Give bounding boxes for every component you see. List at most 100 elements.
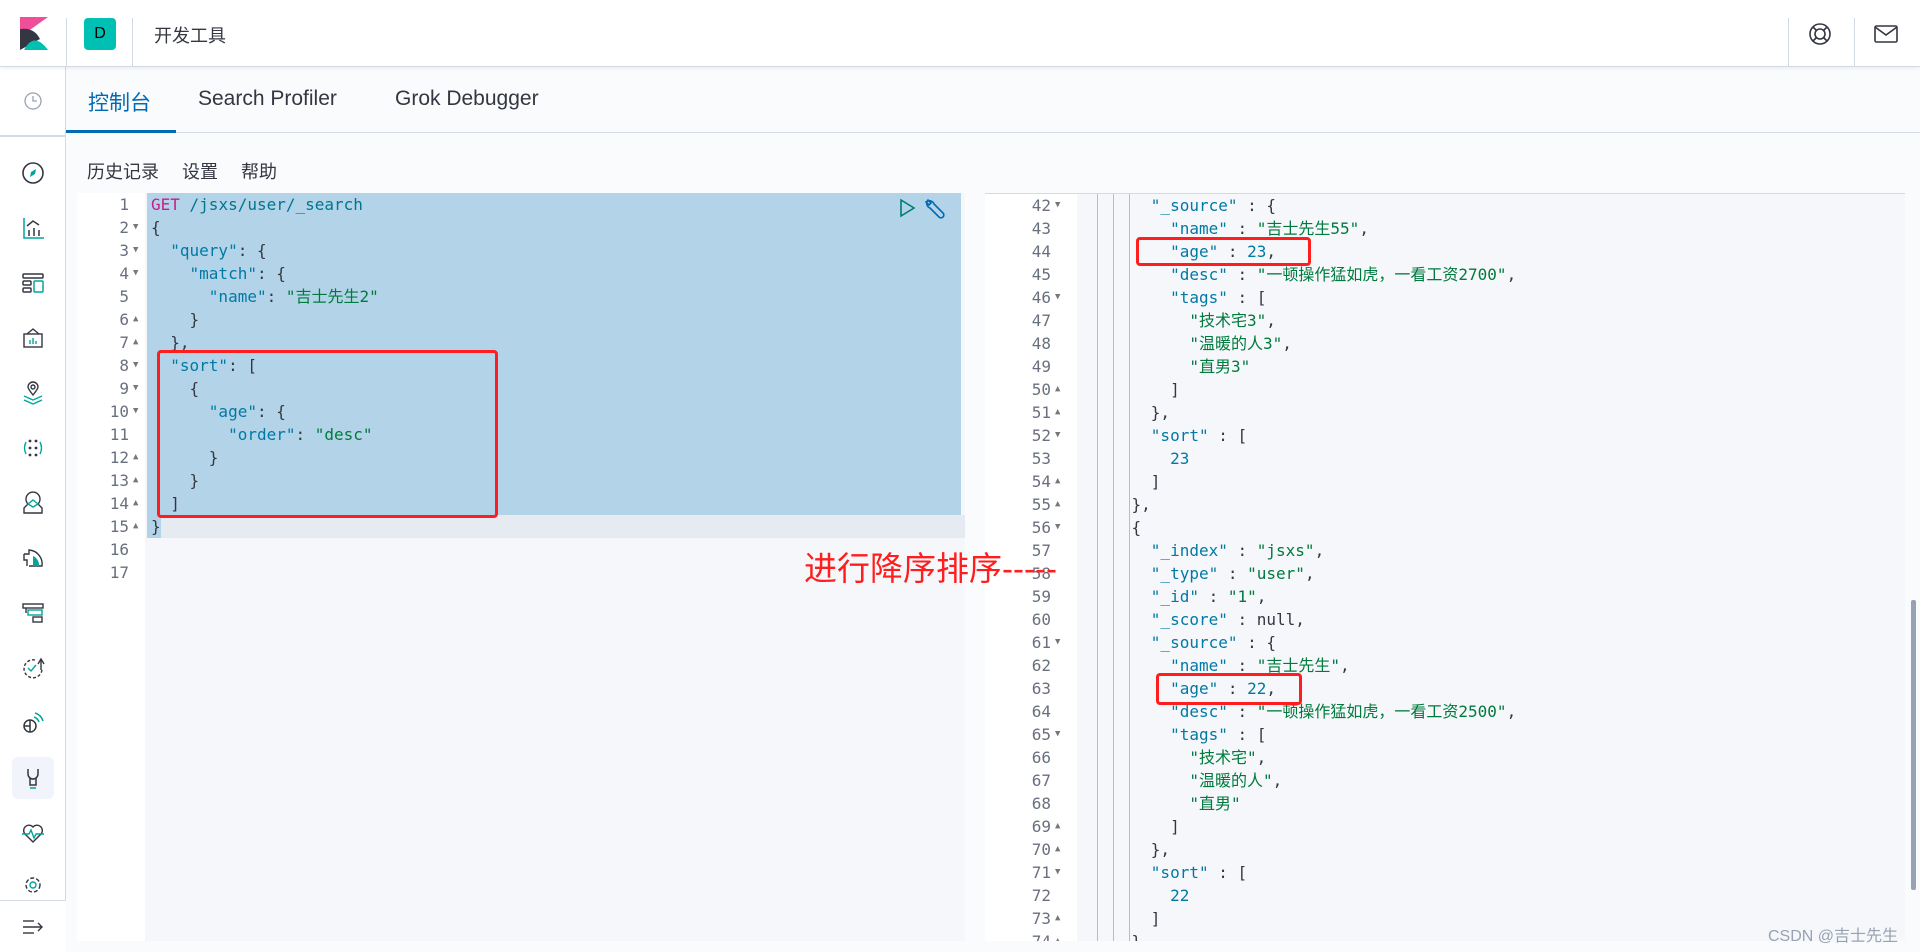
line-number: 66 (1031, 748, 1051, 767)
kibana-logo[interactable] (20, 17, 48, 50)
line-number: 44 (1031, 242, 1051, 261)
line-number: 1 (119, 195, 129, 214)
line-number: 13 (109, 471, 129, 490)
infrastructure-icon (23, 491, 43, 514)
mail-icon[interactable] (1872, 20, 1900, 48)
line-number: 11 (109, 425, 129, 444)
code-token: "match" (189, 264, 257, 283)
space-avatar[interactable]: D (84, 18, 116, 50)
fold-arrow-down-icon[interactable]: ▼ (1055, 861, 1060, 884)
line-number: 10 (109, 402, 129, 421)
line-number: 50 (1031, 380, 1051, 399)
code-line: "sort" : [ (1093, 424, 1247, 447)
line-number: 48 (1031, 334, 1051, 353)
tab-search-profiler[interactable]: Search Profiler (198, 87, 337, 131)
code-token: "技术宅" (1189, 748, 1257, 767)
code-token: : [ (1227, 725, 1267, 744)
play-icon[interactable] (898, 198, 916, 218)
app-title: 开发工具 (154, 26, 226, 46)
fold-arrow-down-icon[interactable]: ▼ (1055, 424, 1060, 447)
sidebar-item-uptime[interactable] (12, 647, 54, 689)
fold-arrow-down-icon[interactable]: ▼ (133, 377, 138, 400)
fold-arrow-up-icon[interactable]: ▲ (1055, 470, 1060, 493)
code-line: "技术宅", (1093, 746, 1266, 769)
fold-arrow-up-icon[interactable]: ▲ (1055, 401, 1060, 424)
code-line: "query": { (151, 239, 266, 262)
apm-icon (22, 603, 44, 623)
code-token: , (1304, 564, 1315, 583)
sidebar-item-apm[interactable] (12, 592, 54, 634)
code-line: "desc" : "一顿操作猛如虎，一看工资2700", (1093, 263, 1516, 286)
sidebar-item-dev-tools[interactable] (12, 757, 54, 799)
sidebar-item-discover[interactable] (12, 152, 54, 194)
fold-arrow-down-icon[interactable]: ▼ (1055, 631, 1060, 654)
wrench-settings-icon[interactable] (924, 198, 946, 220)
fold-arrow-up-icon[interactable]: ▲ (133, 515, 138, 538)
line-number: 69 (1031, 817, 1051, 836)
code-line: { (1093, 516, 1142, 539)
fold-arrow-down-icon[interactable]: ▼ (133, 354, 138, 377)
code-token: }, (1093, 495, 1151, 514)
fold-arrow-up-icon[interactable]: ▲ (133, 308, 138, 331)
fold-arrow-down-icon[interactable]: ▼ (133, 216, 138, 239)
fold-arrow-up-icon[interactable]: ▲ (1055, 838, 1060, 861)
recently-viewed-button[interactable] (0, 67, 66, 137)
code-line: "直男" (1093, 792, 1240, 815)
fold-arrow-down-icon[interactable]: ▼ (133, 262, 138, 285)
line-number: 5 (119, 287, 129, 306)
fold-arrow-up-icon[interactable]: ▲ (133, 469, 138, 492)
line-number: 4 (119, 264, 129, 283)
fold-arrow-down-icon[interactable]: ▼ (1055, 194, 1060, 217)
code-line: ] (1093, 907, 1161, 930)
help-link[interactable]: 帮助 (241, 162, 277, 182)
code-token: "_index" (1150, 541, 1228, 560)
code-token: , (1266, 311, 1276, 330)
fold-arrow-up-icon[interactable]: ▲ (1055, 815, 1060, 838)
sidebar-item-monitoring[interactable] (12, 812, 54, 854)
line-number: 68 (1031, 794, 1051, 813)
fold-arrow-down-icon[interactable]: ▼ (1055, 516, 1060, 539)
fold-arrow-up-icon[interactable]: ▲ (133, 492, 138, 515)
line-number: 14 (109, 494, 129, 513)
fold-arrow-up-icon[interactable]: ▲ (1055, 907, 1060, 930)
sidebar-item-canvas[interactable] (12, 317, 54, 359)
sidebar-item-infrastructure[interactable] (12, 482, 54, 524)
fold-arrow-up-icon[interactable]: ▲ (133, 446, 138, 469)
tab-grok-debugger[interactable]: Grok Debugger (395, 87, 539, 131)
collapse-nav-button[interactable] (0, 900, 66, 952)
sidebar-item-visualize[interactable] (12, 207, 54, 249)
fold-arrow-up-icon[interactable]: ▲ (1055, 930, 1060, 941)
sidebar-item-machine-learning[interactable] (12, 427, 54, 469)
sidebar-item-maps[interactable] (12, 372, 54, 414)
fold-arrow-down-icon[interactable]: ▼ (1055, 286, 1060, 309)
fold-arrow-up-icon[interactable]: ▲ (1055, 493, 1060, 516)
dashboard-icon (22, 273, 44, 293)
sidebar-item-logs[interactable] (12, 537, 54, 579)
line-number: 51 (1031, 403, 1051, 422)
sidebar-item-siem[interactable] (12, 702, 54, 744)
fold-arrow-down-icon[interactable]: ▼ (133, 400, 138, 423)
line-number: 8 (119, 356, 129, 375)
fold-arrow-down-icon[interactable]: ▼ (1055, 723, 1060, 746)
code-line: "_id" : "1", (1093, 585, 1267, 608)
fold-arrow-up-icon[interactable]: ▲ (1055, 378, 1060, 401)
code-token: "1" (1227, 587, 1257, 606)
response-viewer[interactable]: 42 ▼ "_source" : {43 "name" : "吉士先生55", 44… (985, 193, 1905, 941)
lifebuoy-icon[interactable] (1806, 20, 1834, 48)
history-link[interactable]: 历史记录 (87, 162, 159, 182)
sidebar-item-dashboard[interactable] (12, 262, 54, 304)
code-token: "name" (208, 287, 267, 306)
line-number: 3 (119, 241, 129, 260)
fold-arrow-down-icon[interactable]: ▼ (133, 239, 138, 262)
settings-link[interactable]: 设置 (182, 162, 218, 182)
response-scrollbar[interactable] (1911, 600, 1916, 890)
code-line: ] (1093, 470, 1161, 493)
fold-arrow-up-icon[interactable]: ▲ (133, 331, 138, 354)
